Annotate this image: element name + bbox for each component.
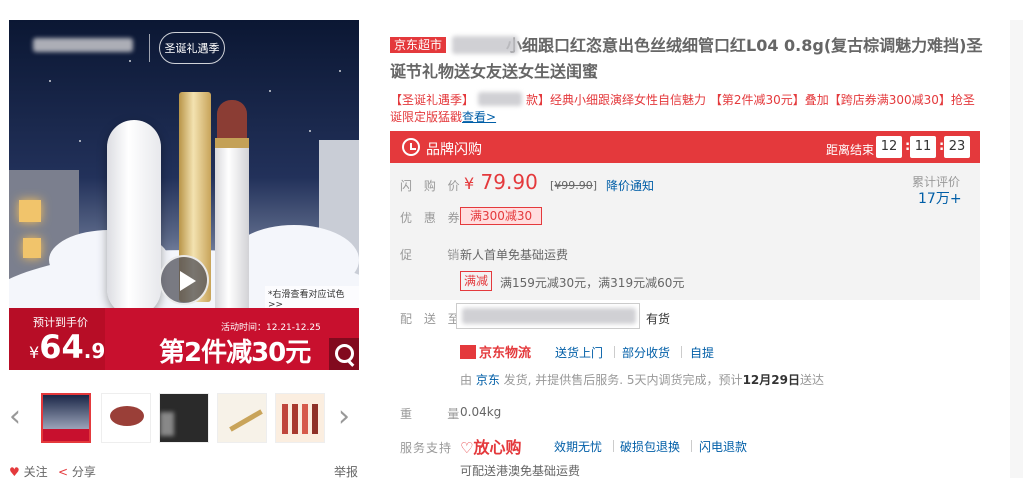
truck-icon [460, 345, 476, 359]
price-notice-link[interactable]: 降价通知 [606, 177, 654, 194]
delivery-label: 配 送 至 [400, 312, 464, 326]
flash-title: 品牌闪购 [426, 142, 482, 158]
shipping-info: 由 京东 发货, 并提供售后服务. 5天内调货完成，预计12月29日送达 [460, 371, 824, 388]
promo-banner: 预计到手价 ¥64.9 活动时间：12.21-12.25 第2件减30元 [9, 308, 359, 370]
fangxingou-badge[interactable]: ♡放心购 [460, 434, 521, 458]
logo-divider [149, 34, 150, 62]
lipstick-bullet [217, 100, 247, 140]
heart-icon: ♥ [9, 465, 20, 479]
thumbnail-1[interactable] [41, 393, 91, 443]
support-label: 服务支持 [400, 441, 453, 455]
zoom-icon[interactable] [329, 338, 359, 370]
house-window [19, 200, 41, 222]
service-fast-refund[interactable]: 闪电退款 [699, 438, 747, 455]
heart-outline-icon: ♡ [460, 439, 474, 457]
service-self-pickup[interactable]: 自提 [690, 344, 714, 361]
thumb-prev-arrow[interactable]: ‹ [9, 400, 21, 434]
promo-headline: 第2件减30元 [159, 338, 311, 368]
seller-link[interactable]: 京东 [476, 373, 500, 387]
follow-button[interactable]: ♥ 关注 [9, 463, 48, 480]
bracket: ] [592, 179, 598, 192]
countdown-seconds: 23 [944, 136, 970, 158]
service-door-delivery[interactable]: 送货上门 [555, 344, 603, 361]
redacted-address [462, 308, 636, 324]
ship-date: 12月29日 [742, 373, 800, 387]
redacted-brand [478, 92, 522, 106]
divider [614, 346, 615, 358]
logistics-label: 京东物流 [479, 346, 532, 361]
presale-box: 预计到手价 ¥64.9 [9, 308, 105, 370]
ship-suffix: 送达 [799, 373, 824, 387]
clock-icon [402, 138, 420, 156]
thumb-next-arrow[interactable]: › [338, 400, 350, 434]
countdown-minutes: 11 [910, 136, 936, 158]
coupon-label: 优 惠 券 [400, 211, 464, 225]
currency: ¥ [464, 174, 475, 193]
currency: ¥ [29, 343, 40, 362]
thumbnail-5[interactable] [275, 393, 325, 443]
ship-text: 发货, 并提供售后服务. 5天内调货完成，预计 [499, 373, 743, 387]
subtitle-prefix: 【圣诞礼遇季】 [390, 93, 475, 107]
promo-new-user: 新人首单免基础运费 [460, 248, 569, 262]
lipstick-silver [215, 138, 249, 324]
thumbnail-4[interactable] [217, 393, 267, 443]
play-video-button[interactable] [159, 255, 209, 305]
weight-label: 重 量 [400, 407, 464, 421]
promo-detail: 满159元减30元，满319元减60元 [500, 276, 685, 290]
brand-logo [33, 38, 133, 52]
promo-tag: 满减 [460, 271, 493, 291]
countdown-label: 距离结束 [826, 143, 875, 157]
redacted-brand [452, 36, 518, 54]
hk-macau-shipping: 可配送港澳免基础运费 [460, 464, 581, 478]
flash-price: ¥ 79.90 [464, 170, 538, 194]
share-label: 分享 [71, 465, 96, 479]
house-window [23, 238, 41, 258]
price-label: 闪 购 价 [400, 179, 464, 193]
share-icon: < [58, 465, 69, 479]
jd-logistics-badge: 京东物流 [460, 342, 544, 361]
original-price: [¥99.90] [550, 179, 597, 192]
price-panel: 闪 购 价 ¥ 79.90 [¥99.90] 降价通知 累计评价 17万+ 优 … [390, 163, 980, 300]
stock-status: 有货 [646, 312, 671, 326]
seal-badge: 圣诞礼遇季 [159, 32, 225, 64]
divider [691, 440, 692, 452]
store-tag: 京东超市 [390, 37, 447, 53]
price-dec: .9 [83, 339, 106, 363]
coupon-tag[interactable]: 满300减30 [460, 207, 543, 225]
ship-prefix: 由 [460, 373, 476, 387]
original-price-value: ¥99.90 [554, 179, 593, 192]
promo-label: 促 销 [400, 248, 464, 262]
product-main-image[interactable]: 圣诞礼遇季 *右滑查看对应试色 >> 预计到手价 ¥64.9 活动时间：12.2… [9, 20, 359, 370]
fxg-label: 放心购 [473, 438, 522, 457]
service-expiry[interactable]: 效期无忧 [554, 438, 602, 455]
scrollbar[interactable] [1010, 20, 1023, 478]
service-damage-return[interactable]: 破损包退换 [620, 438, 680, 455]
lipstick-case [107, 120, 161, 316]
presale-price: ¥64.9 [29, 328, 105, 366]
service-partial-receipt[interactable]: 部分收货 [622, 344, 670, 361]
flash-sale-bar: 品牌闪购 距离结束 12 : 11 : 23 [390, 131, 980, 163]
price-value: 79.90 [480, 170, 538, 194]
follow-label: 关注 [23, 465, 48, 479]
thumbnail-2[interactable] [101, 393, 151, 443]
countdown-hours: 12 [876, 136, 902, 158]
divider [681, 346, 682, 358]
view-link[interactable]: 查看> [462, 110, 496, 124]
report-link[interactable]: 举报 [334, 463, 358, 480]
weight-value: 0.04kg [460, 405, 502, 419]
thumbnail-3[interactable] [159, 393, 209, 443]
divider [613, 440, 614, 452]
review-count-link[interactable]: 17万+ [918, 188, 962, 208]
share-button[interactable]: < 分享 [58, 463, 96, 480]
price-int: 64 [39, 328, 84, 366]
